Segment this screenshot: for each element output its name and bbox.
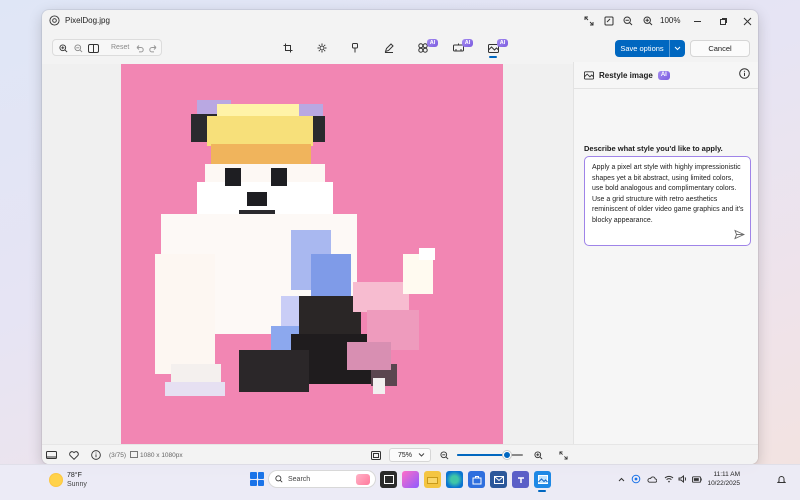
close-icon[interactable]	[740, 14, 754, 28]
pixel-dog-image	[121, 64, 503, 444]
chevron-up-icon[interactable]	[616, 474, 626, 484]
undo-icon[interactable]	[133, 42, 145, 54]
battery-icon[interactable]	[692, 474, 702, 484]
file-explorer-icon[interactable]	[424, 471, 441, 488]
panel-title: Restyle image	[599, 70, 653, 80]
file-info-icon[interactable]	[90, 449, 102, 461]
chevron-down-icon	[418, 453, 425, 457]
zoom-in-icon[interactable]	[641, 14, 655, 28]
brightness-icon[interactable]	[314, 40, 330, 56]
zoom-in-icon[interactable]	[532, 449, 544, 461]
cancel-button[interactable]: Cancel	[690, 40, 750, 57]
fullscreen-icon[interactable]	[602, 14, 616, 28]
restyle-image-icon	[584, 71, 594, 80]
onedrive-icon[interactable]	[647, 474, 657, 484]
outlook-icon[interactable]	[490, 471, 507, 488]
zoom-percentage: 100%	[660, 16, 681, 25]
zoom-out-icon[interactable]	[621, 14, 635, 28]
crop-icon[interactable]	[280, 40, 296, 56]
notification-bell-icon[interactable]	[776, 474, 786, 484]
image-canvas[interactable]	[42, 64, 573, 444]
copilot-tray-icon[interactable]	[631, 474, 641, 484]
zoom-slider-fill	[457, 454, 507, 456]
search-icon	[275, 475, 283, 483]
taskbar-search[interactable]: Search	[268, 470, 376, 488]
zoom-dropdown[interactable]: 75%	[389, 448, 431, 462]
save-options-label: Save options	[620, 44, 664, 53]
window-title: PixelDog.jpg	[65, 16, 110, 25]
search-placeholder: Search	[288, 475, 311, 483]
store-icon[interactable]	[468, 471, 485, 488]
zoom-in-small-icon[interactable]	[57, 42, 69, 54]
zoom-dropdown-value: 75%	[398, 451, 413, 459]
image-counter: (3/75)	[109, 452, 126, 459]
image-dimensions: 1080 x 1080px	[140, 452, 183, 459]
start-tile	[257, 479, 264, 486]
ai-badge: AI	[427, 39, 438, 47]
teams-icon[interactable]	[512, 471, 529, 488]
weather-description[interactable]: Sunny	[67, 481, 87, 488]
chevron-down-icon[interactable]	[670, 46, 685, 51]
filter-brush-icon[interactable]	[347, 40, 363, 56]
search-highlight-icon	[356, 474, 370, 485]
taskbar: 78°F Sunny Search 11:11 AM 10/22/2025	[0, 464, 800, 500]
expand-view-icon[interactable]	[557, 449, 569, 461]
panel-header: Restyle image AI	[584, 68, 754, 82]
ai-badge: AI	[657, 70, 670, 80]
info-icon[interactable]	[739, 68, 750, 79]
wifi-icon[interactable]	[664, 474, 674, 484]
zoom-slider[interactable]	[457, 451, 523, 459]
zoom-slider-thumb[interactable]	[502, 451, 511, 459]
redo-icon[interactable]	[147, 42, 159, 54]
weather-temperature[interactable]: 78°F	[67, 472, 82, 479]
copilot-icon[interactable]	[402, 471, 419, 488]
start-button[interactable]	[250, 472, 264, 486]
photos-app-window: PixelDog.jpg 100% Reset AI AI AI Save op…	[42, 10, 758, 464]
start-tile	[250, 472, 257, 479]
photos-taskbar-icon[interactable]	[534, 471, 551, 488]
image-preview[interactable]	[121, 64, 503, 444]
send-icon[interactable]	[734, 229, 745, 240]
markup-pen-icon[interactable]	[381, 40, 397, 56]
edge-browser-icon[interactable]	[446, 471, 463, 488]
start-tile	[250, 479, 257, 486]
save-options-button[interactable]: Save options	[615, 40, 685, 57]
zoom-out-icon[interactable]	[438, 449, 450, 461]
clock-time[interactable]: 11:11 AM	[704, 471, 741, 478]
start-tile	[257, 472, 264, 479]
image-size-icon	[130, 451, 138, 458]
task-view-icon[interactable]	[380, 471, 397, 488]
clock-date[interactable]: 10/22/2025	[704, 480, 740, 487]
minimize-icon[interactable]	[690, 14, 704, 28]
photos-app-icon	[49, 15, 60, 26]
filmstrip-icon[interactable]	[45, 449, 57, 461]
expand-icon[interactable]	[582, 14, 596, 28]
ai-badge: AI	[462, 39, 473, 47]
volume-icon[interactable]	[678, 474, 688, 484]
favorite-heart-icon[interactable]	[68, 449, 80, 461]
prompt-text[interactable]: Apply a pixel art style with highly impr…	[592, 163, 746, 226]
sun-weather-icon[interactable]	[49, 473, 63, 487]
panel-divider	[574, 88, 758, 89]
restyle-panel: Restyle image AI Describe what style you…	[573, 62, 758, 444]
active-app-indicator	[538, 490, 546, 492]
reset-button[interactable]: Reset	[111, 44, 129, 51]
view-controls-group: Reset	[52, 39, 162, 56]
prompt-label: Describe what style you'd like to apply.	[584, 144, 723, 153]
ai-badge: AI	[497, 39, 508, 47]
fit-to-window-icon[interactable]	[370, 449, 382, 461]
active-tool-indicator	[489, 56, 497, 58]
status-bar: (3/75) 1080 x 1080px 75%	[42, 444, 758, 464]
style-prompt-input[interactable]: Apply a pixel art style with highly impr…	[584, 156, 751, 246]
maximize-icon[interactable]	[716, 14, 730, 28]
title-bar: PixelDog.jpg 100%	[42, 10, 758, 32]
compare-icon[interactable]	[87, 42, 99, 54]
zoom-out-small-icon[interactable]	[72, 42, 84, 54]
